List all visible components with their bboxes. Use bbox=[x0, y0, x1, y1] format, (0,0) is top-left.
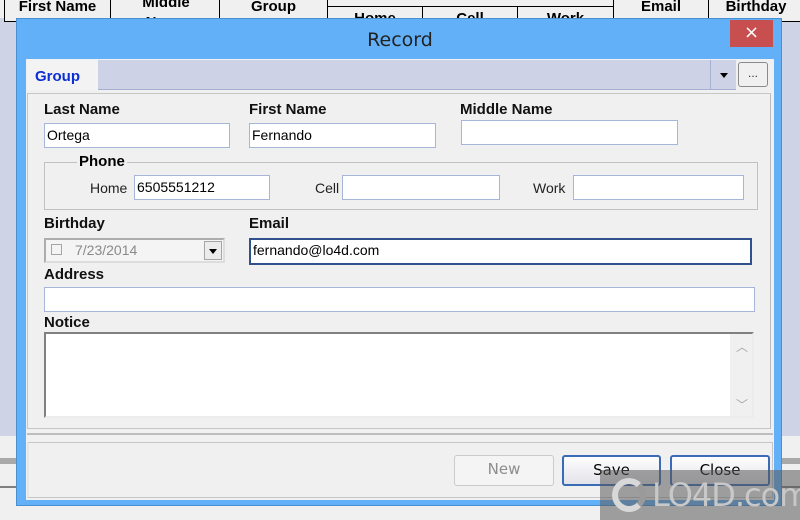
record-dialog: Record × Group ... Last Name Ortega Firs… bbox=[16, 18, 782, 506]
notice-label: Notice bbox=[44, 314, 90, 331]
address-input[interactable] bbox=[44, 287, 755, 312]
phone-group: Phone Home 6505551212 Cell Work bbox=[44, 153, 758, 210]
first-name-label: First Name bbox=[249, 101, 327, 118]
lo4d-logo-icon bbox=[612, 478, 646, 512]
cell-phone-label: Cell bbox=[315, 180, 340, 196]
watermark: LO4D.com bbox=[600, 470, 800, 520]
column-header-label: First Name bbox=[18, 0, 97, 15]
close-window-button[interactable]: × bbox=[730, 20, 773, 47]
middle-name-label: Middle Name bbox=[460, 101, 553, 118]
chevron-down-icon bbox=[209, 249, 217, 254]
scroll-down-icon[interactable]: ﹀ bbox=[736, 399, 748, 411]
phone-label: Phone bbox=[77, 153, 127, 170]
birthday-checkbox[interactable] bbox=[51, 244, 62, 255]
email-label: Email bbox=[249, 215, 290, 232]
email-input[interactable]: fernando@lo4d.com bbox=[249, 238, 752, 265]
last-name-input[interactable]: Ortega bbox=[44, 123, 230, 148]
record-form-panel: Last Name Ortega First Name Fernando Mid… bbox=[27, 93, 771, 429]
work-phone-input[interactable] bbox=[573, 175, 744, 200]
divider bbox=[27, 433, 773, 435]
birthday-label: Birthday bbox=[44, 215, 105, 232]
dialog-title: Record bbox=[367, 29, 433, 51]
group-dropdown[interactable] bbox=[98, 60, 736, 90]
notice-textarea[interactable]: ︿ ﹀ bbox=[44, 332, 754, 418]
birthday-dropdown-button[interactable] bbox=[204, 241, 222, 260]
address-label: Address bbox=[44, 266, 105, 283]
cell-phone-input[interactable] bbox=[342, 175, 500, 200]
chevron-down-icon bbox=[720, 73, 728, 78]
column-header-label: Email bbox=[640, 0, 682, 15]
group-label: Group bbox=[27, 60, 99, 90]
close-icon: × bbox=[743, 22, 760, 43]
last-name-label: Last Name bbox=[44, 101, 120, 118]
column-header-label: Birthday bbox=[725, 0, 787, 15]
home-phone-input[interactable]: 6505551212 bbox=[134, 175, 270, 200]
home-phone-label: Home bbox=[90, 180, 128, 196]
group-browse-button[interactable]: ... bbox=[738, 62, 768, 87]
work-phone-label: Work bbox=[533, 180, 566, 196]
scroll-up-icon[interactable]: ︿ bbox=[736, 341, 748, 353]
dialog-client-area: Group ... Last Name Ortega First Name Fe… bbox=[26, 59, 774, 500]
first-name-input[interactable]: Fernando bbox=[249, 123, 436, 148]
new-button[interactable]: New bbox=[454, 455, 554, 486]
birthday-value: 7/23/2014 bbox=[75, 242, 138, 258]
notice-scrollbar[interactable]: ︿ ﹀ bbox=[730, 334, 752, 416]
birthday-date-picker[interactable]: 7/23/2014 bbox=[44, 238, 225, 263]
watermark-text: LO4D.com bbox=[652, 476, 800, 514]
middle-name-input[interactable] bbox=[461, 120, 678, 145]
group-dropdown-button[interactable] bbox=[710, 60, 736, 90]
column-header-label: Group bbox=[251, 0, 296, 15]
